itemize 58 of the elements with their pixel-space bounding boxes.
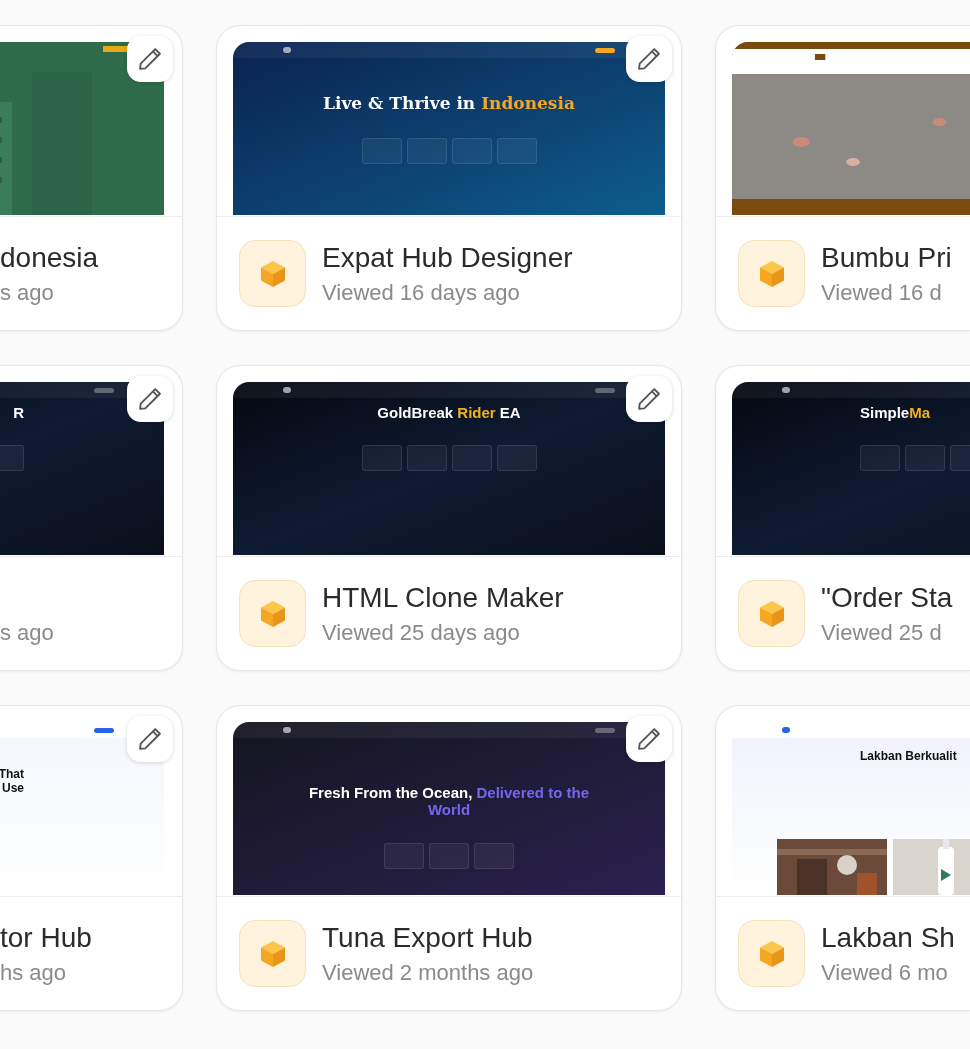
card-title: tor Hub xyxy=(0,920,92,955)
pencil-icon xyxy=(136,725,164,753)
stat-card xyxy=(406,137,447,164)
project-card[interactable]: SimpleMa "Order Sta Viewed 25 d xyxy=(715,365,970,671)
stat-card xyxy=(406,445,447,472)
pencil-icon xyxy=(136,385,164,413)
edit-button[interactable] xyxy=(626,376,672,422)
stat-card xyxy=(451,445,492,472)
card-title: Bumbu Pri xyxy=(821,240,952,275)
card-title: donesia xyxy=(0,240,99,275)
card-title: Lakban Sh xyxy=(821,920,955,955)
pencil-icon xyxy=(635,385,663,413)
viewed-time: Viewed 16 d xyxy=(821,278,943,307)
headline: Lakban Berkualit xyxy=(860,750,957,764)
edit-button[interactable] xyxy=(626,36,672,82)
headline: R xyxy=(13,404,24,422)
edit-button[interactable] xyxy=(127,716,173,762)
card-title: Expat Hub Designer xyxy=(322,240,573,275)
stat-card xyxy=(361,445,402,472)
card-title: HTML Clone Maker xyxy=(322,580,564,615)
viewed-time: Viewed 25 days ago xyxy=(322,618,521,647)
project-card[interactable]: GoldBreak Rider EA HTML Clone Maker Viewed 25 days ago xyxy=(216,365,682,671)
viewed-time: Viewed 6 mo xyxy=(821,958,949,987)
viewed-time: s ago xyxy=(0,618,54,647)
viewed-time: s ago xyxy=(0,278,55,307)
pencil-icon xyxy=(635,45,663,73)
project-card[interactable]: Bumbu Pri Viewed 16 d xyxy=(715,25,970,331)
viewed-time: hs ago xyxy=(0,958,68,987)
viewed-time: Viewed 2 months ago xyxy=(322,958,534,987)
headline: World xyxy=(427,801,471,819)
headline: Use xyxy=(2,781,24,796)
project-card[interactable]: donesia s ago xyxy=(0,25,183,331)
headline: Fresh From the Ocean, Delivered to the xyxy=(308,784,590,802)
pencil-icon xyxy=(136,45,164,73)
stat-card xyxy=(474,842,514,869)
project-card[interactable]: Lakban Berkualit Lakban Sh Viewed 6 mo xyxy=(715,705,970,1011)
viewed-time: Viewed 16 days ago xyxy=(322,278,521,307)
project-card[interactable]: R s ago xyxy=(0,365,183,671)
viewed-time: Viewed 25 d xyxy=(821,618,943,647)
edit-button[interactable] xyxy=(127,36,173,82)
stat-card xyxy=(451,137,492,164)
edit-button[interactable] xyxy=(626,716,672,762)
stat-card xyxy=(384,842,424,869)
stat-card xyxy=(496,137,537,164)
headline: SimpleMa xyxy=(860,404,931,422)
pencil-icon xyxy=(635,725,663,753)
edit-button[interactable] xyxy=(127,376,173,422)
stat-card xyxy=(429,842,469,869)
project-card[interactable]: Fresh From the Ocean, Delivered to the World Tuna Export Hub Viewed 2 months ago xyxy=(216,705,682,1011)
stat-card xyxy=(905,445,945,472)
stat-card xyxy=(361,137,402,164)
project-card[interactable]: Live & Thrive in Indonesia Expat Hub Designer Viewed 16 days ago xyxy=(216,25,682,331)
headline: Live & Thrive in Indonesia xyxy=(323,94,575,114)
card-title: "Order Sta xyxy=(821,580,953,615)
headline: GoldBreak Rider EA xyxy=(377,404,521,422)
card-title: Tuna Export Hub xyxy=(322,920,534,955)
stat-card xyxy=(496,445,537,472)
stat-card xyxy=(860,445,900,472)
